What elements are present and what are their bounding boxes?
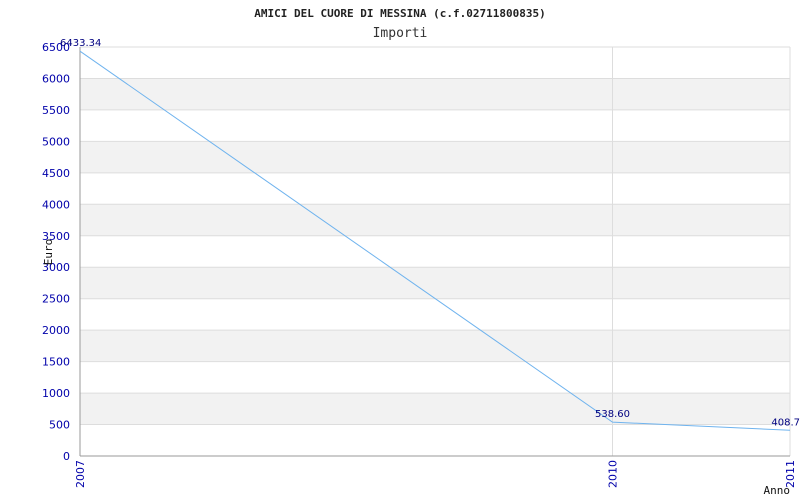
data-label: 538.60 <box>595 409 630 420</box>
y-tick-label: 6000 <box>42 72 70 85</box>
y-tick-label: 5500 <box>42 104 70 117</box>
data-label: 408.7 <box>771 417 800 428</box>
grid-band <box>80 393 790 425</box>
line-chart: 0500100015002000250030003500400045005000… <box>42 7 800 497</box>
y-tick-label: 5000 <box>42 135 70 148</box>
y-tick-label: 1000 <box>42 387 70 400</box>
x-tick-labels: 2007 2010 2011 <box>74 460 797 488</box>
y-tick-label: 500 <box>49 419 70 432</box>
y-tick-label: 4500 <box>42 167 70 180</box>
y-tick-label: 4000 <box>42 198 70 211</box>
y-tick-label: 2000 <box>42 324 70 337</box>
data-label: 6433.34 <box>60 38 101 49</box>
x-tick-label: 2007 <box>74 460 87 488</box>
chart-title: AMICI DEL CUORE DI MESSINA (c.f.02711800… <box>254 7 545 20</box>
y-tick-label: 0 <box>63 450 70 463</box>
grid-band <box>80 141 790 173</box>
grid-band <box>80 204 790 236</box>
grid-band <box>80 78 790 110</box>
x-axis-label: Anno <box>764 484 791 497</box>
x-tick-label: 2010 <box>607 460 620 488</box>
grid-band <box>80 330 790 362</box>
y-tick-label: 2500 <box>42 293 70 306</box>
grid-band <box>80 267 790 299</box>
y-axis-label: Euro <box>42 239 55 266</box>
y-tick-label: 1500 <box>42 356 70 369</box>
chart-subtitle: Importi <box>373 26 428 41</box>
background-bands <box>80 78 790 425</box>
